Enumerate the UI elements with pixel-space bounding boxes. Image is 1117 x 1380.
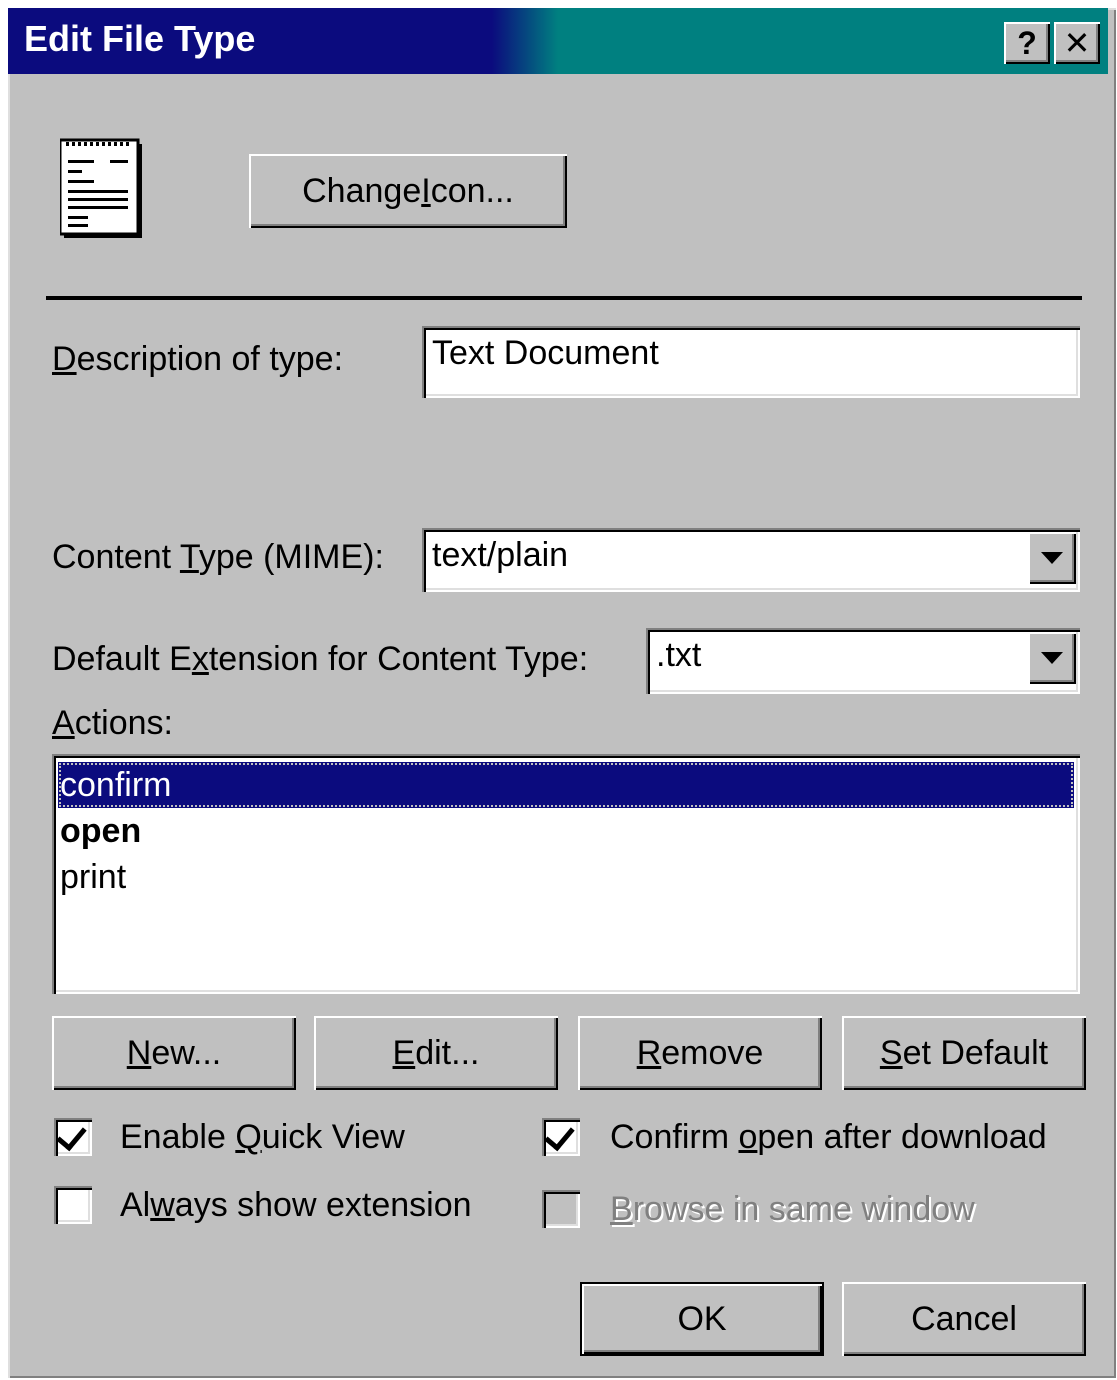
button-label-part: con...	[430, 171, 514, 210]
label-part: pen after download	[757, 1118, 1047, 1156]
label-accel: B	[610, 1190, 633, 1228]
edit-button[interactable]: Edit...	[314, 1016, 558, 1090]
label-part: Confirm	[610, 1118, 739, 1156]
label-accel: Q	[235, 1118, 262, 1156]
label-part: Content	[52, 538, 180, 576]
label-accel: o	[738, 1118, 758, 1156]
label-accel: x	[191, 640, 209, 678]
close-icon: ✕	[1063, 25, 1091, 61]
always-show-extension-checkbox[interactable]	[54, 1186, 92, 1224]
chevron-down-icon[interactable]	[1028, 532, 1076, 584]
actions-label: Actions:	[52, 704, 173, 743]
always-show-extension-label[interactable]: Always show extension	[120, 1186, 472, 1225]
label-part: rowse in same window	[632, 1190, 975, 1228]
cancel-button[interactable]: Cancel	[842, 1282, 1086, 1356]
ok-button[interactable]: OK	[580, 1282, 824, 1356]
confirm-open-label[interactable]: Confirm open after download	[610, 1118, 1047, 1157]
change-icon-button[interactable]: Change Icon...	[249, 154, 567, 228]
enable-quick-view-checkbox[interactable]	[54, 1118, 92, 1156]
label-part: ctions:	[74, 704, 173, 742]
description-label: Description of type:	[52, 340, 343, 379]
browse-same-window-checkbox	[542, 1190, 580, 1228]
label-part: Enable	[120, 1118, 236, 1156]
close-button[interactable]: ✕	[1054, 22, 1100, 64]
confirm-open-checkbox[interactable]	[542, 1118, 580, 1156]
label-accel: T	[179, 538, 199, 576]
button-label-part: ew...	[151, 1033, 222, 1072]
button-label-accel: S	[879, 1033, 903, 1072]
default-extension-label: Default Extension for Content Type:	[52, 640, 588, 679]
button-label-accel: N	[126, 1033, 152, 1072]
window-title: Edit File Type	[24, 18, 256, 59]
list-item[interactable]: confirm	[58, 762, 1074, 808]
button-label-part: emove	[661, 1033, 764, 1072]
button-label-part: et Default	[902, 1033, 1049, 1072]
description-value: Text Document	[432, 334, 659, 372]
text-document-icon	[58, 138, 146, 240]
content-type-value: text/plain	[432, 536, 569, 574]
label-part: tension for Content Type:	[208, 640, 589, 678]
content-type-combobox[interactable]: text/plain	[422, 528, 1080, 592]
label-part: Default E	[52, 640, 192, 678]
default-extension-value: .txt	[656, 636, 702, 674]
button-label-accel: R	[636, 1033, 662, 1072]
description-field[interactable]: Text Document	[422, 326, 1080, 398]
label-accel: D	[52, 340, 77, 378]
browse-same-window-label: Browse in same window	[610, 1190, 975, 1229]
chevron-down-icon[interactable]	[1028, 632, 1076, 684]
label-accel: w	[150, 1186, 175, 1224]
label-part: ays show extension	[174, 1186, 472, 1224]
checkmark-icon	[56, 1119, 87, 1152]
label-part: uick View	[261, 1118, 405, 1156]
label-part: ype (MIME):	[198, 538, 384, 576]
remove-button[interactable]: Remove	[578, 1016, 822, 1090]
list-item[interactable]: open	[58, 808, 141, 854]
content-type-label: Content Type (MIME):	[52, 538, 384, 577]
button-label-part: dit...	[415, 1033, 480, 1072]
default-extension-combobox[interactable]: .txt	[646, 628, 1080, 694]
list-item[interactable]: print	[58, 854, 126, 900]
new-button[interactable]: New...	[52, 1016, 296, 1090]
title-bar[interactable]: Edit File Type ? ✕	[8, 8, 1108, 74]
label-accel: A	[52, 704, 75, 742]
separator-line	[46, 296, 1082, 300]
help-button[interactable]: ?	[1004, 22, 1050, 64]
enable-quick-view-label[interactable]: Enable Quick View	[120, 1118, 405, 1157]
button-label-accel: I	[421, 171, 431, 210]
checkmark-icon	[544, 1119, 575, 1152]
label-part: escription of type:	[76, 340, 344, 378]
button-label-accel: E	[392, 1033, 416, 1072]
set-default-button[interactable]: Set Default	[842, 1016, 1086, 1090]
button-label-part: Change	[302, 171, 422, 210]
actions-listbox[interactable]: confirm open print	[52, 754, 1080, 994]
label-part: Al	[120, 1186, 151, 1224]
